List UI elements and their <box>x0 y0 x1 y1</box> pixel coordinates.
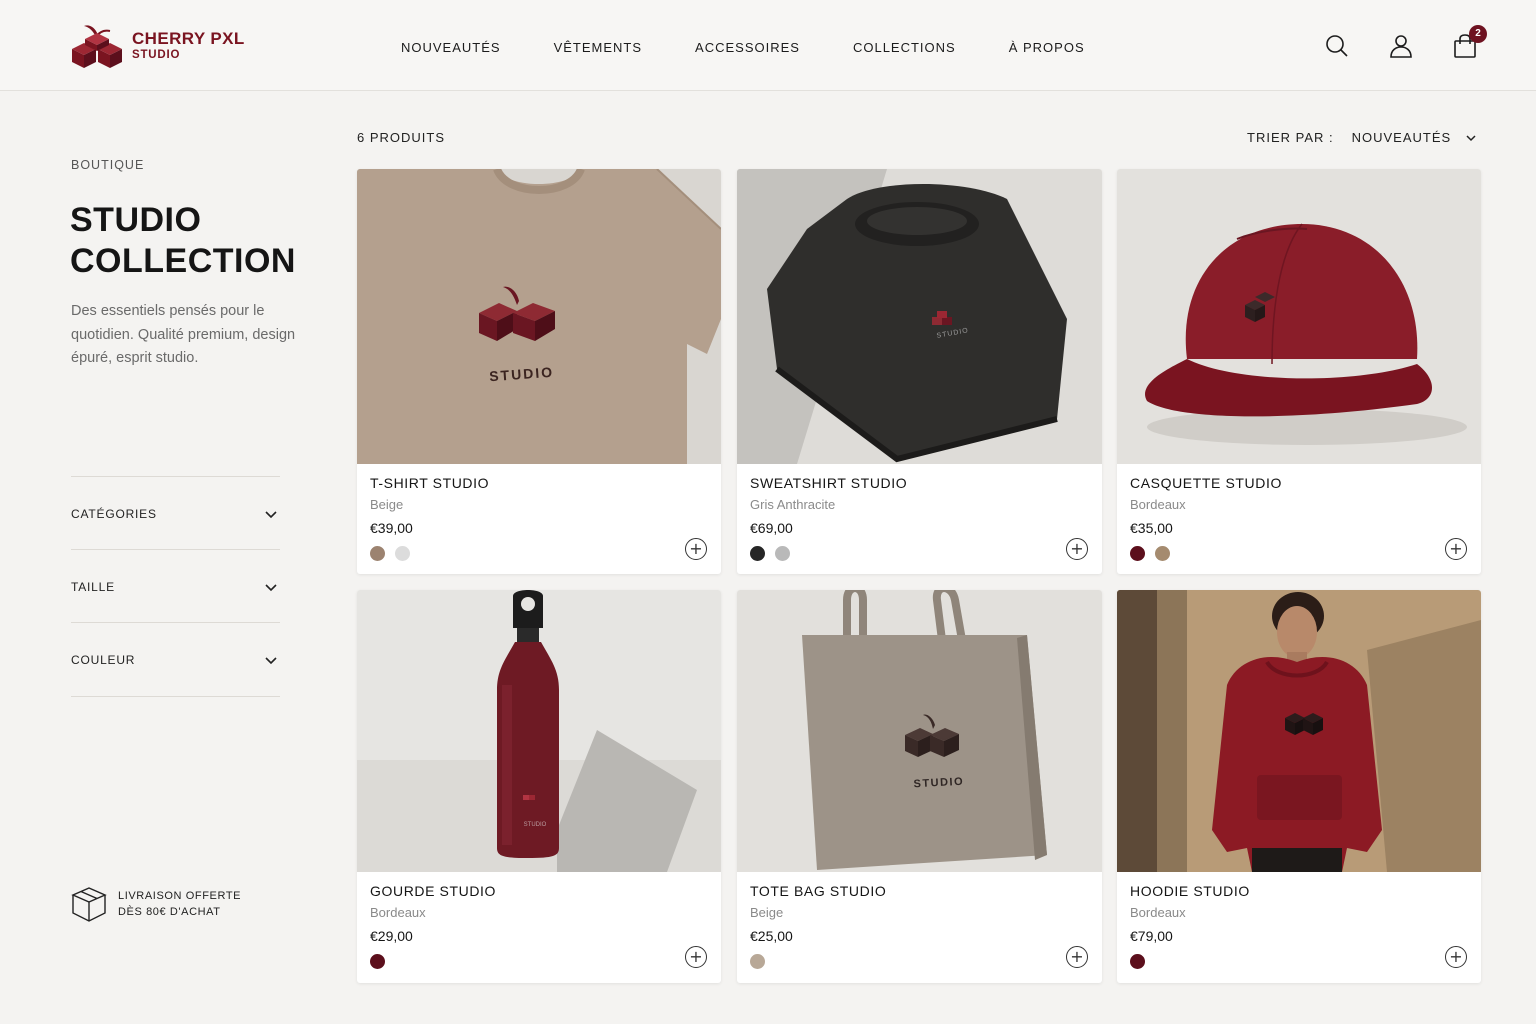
product-price: €79,00 <box>1130 928 1173 944</box>
nav-item-a-propos[interactable]: À PROPOS <box>1009 40 1085 55</box>
brand-subname: STUDIO <box>132 49 181 62</box>
cart-count-badge: 2 <box>1469 25 1487 43</box>
product-name[interactable]: SWEATSHIRT STUDIO <box>750 475 907 491</box>
product-image-sweatshirt[interactable]: STUDIO <box>737 169 1102 464</box>
filter-couleur[interactable]: COULEUR <box>71 622 280 696</box>
product-color: Beige <box>370 497 404 512</box>
product-image-bottle[interactable]: STUDIO <box>357 590 721 872</box>
product-name[interactable]: CASQUETTE STUDIO <box>1130 475 1282 491</box>
product-name[interactable]: TOTE BAG STUDIO <box>750 883 886 899</box>
product-price: €69,00 <box>750 520 793 536</box>
plus-icon: + <box>689 539 703 558</box>
product-name[interactable]: T-SHIRT STUDIO <box>370 475 489 491</box>
nav-item-accessoires[interactable]: ACCESSOIRES <box>695 40 800 55</box>
account-button[interactable] <box>1388 33 1414 59</box>
collection-description: Des essentiels pensés pour le quotidien.… <box>71 303 296 366</box>
product-card[interactable]: CASQUETTE STUDIO Bordeaux €35,00 + <box>1117 169 1481 574</box>
breadcrumb[interactable]: BOUTIQUE <box>71 158 144 172</box>
filter-label: COULEUR <box>71 652 136 667</box>
plus-icon: + <box>1449 539 1463 558</box>
main-nav: NOUVEAUTÉS VÊTEMENTS ACCESSOIRES COLLECT… <box>401 40 1138 55</box>
nav-item-nouveautes[interactable]: NOUVEAUTÉS <box>401 40 501 55</box>
brand-name: CHERRY PXL <box>132 29 245 49</box>
chevron-down-icon <box>265 656 277 664</box>
package-box-icon <box>71 887 107 922</box>
swatch-beige[interactable] <box>370 546 385 561</box>
product-image-hoodie[interactable] <box>1117 590 1481 872</box>
product-name[interactable]: HOODIE STUDIO <box>1130 883 1250 899</box>
product-image-tote[interactable]: STUDIO <box>737 590 1102 872</box>
product-card[interactable]: STUDIO TOTE BAG STUDIO Beige €25,00 + <box>737 590 1102 983</box>
add-to-cart-button[interactable]: + <box>1066 538 1088 560</box>
chevron-down-icon <box>265 510 277 518</box>
plus-icon: + <box>689 947 703 966</box>
plus-icon: + <box>1449 947 1463 966</box>
product-name[interactable]: GOURDE STUDIO <box>370 883 496 899</box>
print-label: STUDIO <box>524 822 547 828</box>
swatch-grey[interactable] <box>775 546 790 561</box>
color-swatches <box>750 954 775 969</box>
swatch-bordeaux[interactable] <box>1130 954 1145 969</box>
product-image-cap[interactable] <box>1117 169 1481 464</box>
chevron-down-icon <box>1466 134 1476 141</box>
chevron-down-icon <box>265 583 277 591</box>
free-shipping-notice: LIVRAISON OFFERTE DÈS 80€ D'ACHAT <box>70 885 241 923</box>
site-header: CHERRY PXL STUDIO NOUVEAUTÉS VÊTEMENTS A… <box>0 0 1536 91</box>
product-price: €25,00 <box>750 928 793 944</box>
swatch-tan[interactable] <box>1155 546 1170 561</box>
sort-label: TRIER PAR : <box>1247 130 1334 145</box>
product-color: Beige <box>750 905 784 920</box>
plus-icon: + <box>1070 947 1084 966</box>
product-color: Bordeaux <box>1130 905 1186 920</box>
search-icon <box>1326 35 1348 57</box>
color-swatches <box>750 546 800 561</box>
swatch-light-grey[interactable] <box>395 546 410 561</box>
add-to-cart-button[interactable]: + <box>1066 946 1088 968</box>
cherry-cubes-logo-icon <box>72 25 122 68</box>
product-price: €29,00 <box>370 928 413 944</box>
color-swatches <box>1130 954 1155 969</box>
brand-logo[interactable]: CHERRY PXL STUDIO <box>70 22 245 70</box>
nav-item-vetements[interactable]: VÊTEMENTS <box>554 40 642 55</box>
page-title-line2: COLLECTION <box>70 242 296 280</box>
search-button[interactable] <box>1324 33 1350 59</box>
swatch-beige[interactable] <box>750 954 765 969</box>
add-to-cart-button[interactable]: + <box>685 946 707 968</box>
add-to-cart-button[interactable]: + <box>1445 538 1467 560</box>
product-image-tshirt[interactable]: STUDIO <box>357 169 721 464</box>
user-icon <box>1390 35 1412 58</box>
page-title-line1: STUDIO <box>70 201 202 239</box>
filter-label: CATÉGORIES <box>71 506 157 521</box>
swatch-bordeaux[interactable] <box>370 954 385 969</box>
product-card[interactable]: HOODIE STUDIO Bordeaux €79,00 + <box>1117 590 1481 983</box>
filter-label: TAILLE <box>71 579 115 594</box>
product-color: Gris Anthracite <box>750 497 836 512</box>
product-card[interactable]: STUDIO T-SHIRT STUDIO Beige €39,00 + <box>357 169 721 574</box>
swatch-anthracite[interactable] <box>750 546 765 561</box>
product-card[interactable]: STUDIO GOURDE STUDIO Bordeaux €29,00 + <box>357 590 721 983</box>
add-to-cart-button[interactable]: + <box>1445 946 1467 968</box>
page-title: STUDIO COLLECTION <box>70 200 320 282</box>
add-to-cart-button[interactable]: + <box>685 538 707 560</box>
product-card[interactable]: STUDIO SWEATSHIRT STUDIO Gris Anthracite… <box>737 169 1102 574</box>
product-price: €35,00 <box>1130 520 1173 536</box>
color-swatches <box>370 954 395 969</box>
sort-value: NOUVEAUTÉS <box>1351 130 1452 145</box>
shipping-line2: DÈS 80€ D'ACHAT <box>118 906 221 918</box>
color-swatches <box>370 546 420 561</box>
swatch-bordeaux[interactable] <box>1130 546 1145 561</box>
nav-item-collections[interactable]: COLLECTIONS <box>853 40 956 55</box>
product-color: Bordeaux <box>370 905 426 920</box>
product-color: Bordeaux <box>1130 497 1186 512</box>
sort-dropdown[interactable]: TRIER PAR : NOUVEAUTÉS <box>1247 130 1477 145</box>
filter-taille[interactable]: TAILLE <box>71 549 280 623</box>
divider <box>71 696 280 697</box>
product-price: €39,00 <box>370 520 413 536</box>
color-swatches <box>1130 546 1180 561</box>
product-count: 6 PRODUITS <box>357 130 446 145</box>
plus-icon: + <box>1070 539 1084 558</box>
filter-categories[interactable]: CATÉGORIES <box>71 476 280 550</box>
shipping-line1: LIVRAISON OFFERTE <box>118 890 242 902</box>
